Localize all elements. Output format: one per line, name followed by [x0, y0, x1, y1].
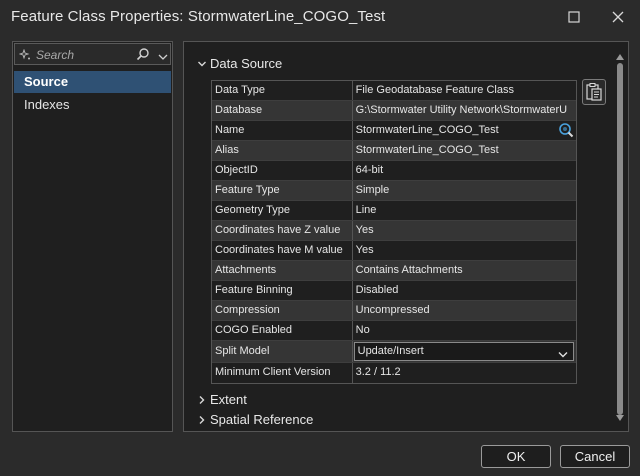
vertical-scrollbar[interactable]: [613, 43, 627, 430]
title-bar: Feature Class Properties: StormwaterLine…: [0, 0, 640, 34]
property-value-select: Update/Insert: [352, 341, 576, 362]
section-label: Data Source: [210, 56, 283, 71]
table-row: Attachments Contains Attachments: [212, 261, 576, 281]
table-row: Split Model Update/Insert: [212, 341, 576, 363]
property-value-name: StormwaterLine_COGO_Test: [353, 121, 576, 140]
property-value: 64-bit: [355, 164, 384, 176]
table-row: Coordinates have M value Yes: [212, 241, 576, 261]
cancel-button[interactable]: Cancel: [560, 445, 630, 468]
chevron-down-icon: [196, 59, 208, 69]
property-value: Line: [355, 204, 377, 216]
content-panel: Data Source Data Type File Geodatabase F…: [183, 41, 629, 432]
split-model-select[interactable]: Update/Insert: [353, 342, 574, 362]
property-value: Yes: [355, 244, 374, 256]
maximize-icon: [568, 11, 580, 23]
property-key: ObjectID: [212, 161, 353, 180]
property-key: COGO Enabled: [212, 321, 353, 340]
table-row: Feature Type Simple: [212, 181, 576, 201]
property-value: File Geodatabase Feature Class: [355, 84, 514, 96]
search-icon[interactable]: [136, 47, 150, 66]
split-model-value: Update/Insert: [357, 345, 424, 357]
property-value: Contains Attachments: [352, 261, 576, 280]
property-value[interactable]: StormwaterLine_COGO_Test: [352, 141, 576, 160]
chevron-down-icon[interactable]: [158, 49, 168, 67]
window-title: Feature Class Properties: StormwaterLine…: [11, 8, 386, 25]
table-row: Minimum Client Version 3.2 / 11.2: [212, 363, 576, 383]
properties-table: Data Type File Geodatabase Feature Class…: [211, 80, 577, 384]
close-button[interactable]: [600, 4, 636, 30]
maximize-button[interactable]: [556, 4, 592, 30]
sparkle-icon: [18, 48, 31, 66]
table-row: COGO Enabled No: [212, 321, 576, 341]
chevron-down-icon: [558, 348, 568, 362]
property-key: Split Model: [212, 341, 353, 362]
property-value: 3.2 / 11.2: [355, 366, 401, 378]
table-row: Data Type File Geodatabase Feature Class: [212, 81, 576, 101]
lookup-icon[interactable]: [558, 122, 574, 140]
search-box[interactable]: Search: [14, 43, 171, 65]
copy-button[interactable]: [582, 79, 606, 105]
property-key: Data Type: [212, 81, 353, 100]
scroll-down-icon[interactable]: [616, 408, 624, 426]
table-row: Compression Uncompressed: [212, 301, 576, 321]
section-spatial-reference[interactable]: Spatial Reference: [196, 412, 313, 427]
property-key: Attachments: [212, 261, 353, 280]
table-row: Name StormwaterLine_COGO_Test: [212, 121, 576, 141]
ok-button[interactable]: OK: [481, 445, 551, 468]
property-value: Uncompressed: [352, 301, 576, 320]
section-extent[interactable]: Extent: [196, 392, 247, 407]
table-row: ObjectID 64-bit: [212, 161, 576, 181]
property-key: Database: [212, 101, 353, 120]
property-value: Disabled: [355, 284, 399, 296]
property-key: Coordinates have Z value: [212, 221, 353, 240]
property-key: Compression: [212, 301, 353, 320]
search-input[interactable]: Search: [36, 48, 74, 62]
property-key: Alias: [212, 141, 353, 160]
property-value: No: [355, 324, 370, 336]
table-row: Database G:\Stormwater Utility Network\S…: [212, 101, 576, 121]
section-label: Spatial Reference: [210, 412, 314, 427]
table-row: Feature Binning Disabled: [212, 281, 576, 301]
sidebar-item-source[interactable]: Source: [14, 71, 171, 93]
section-data-source[interactable]: Data Source: [196, 56, 282, 71]
scrollbar-thumb[interactable]: [617, 63, 623, 415]
close-icon: [612, 11, 624, 23]
sidebar-item-indexes[interactable]: Indexes: [14, 94, 171, 116]
property-key: Coordinates have M value: [212, 241, 353, 260]
property-key: Feature Binning: [212, 281, 353, 300]
property-key: Minimum Client Version: [212, 363, 353, 383]
property-key: Name: [212, 121, 353, 140]
navigation-panel: Search Source Indexes: [12, 41, 173, 432]
section-label: Extent: [210, 392, 247, 407]
clipboard-icon: [586, 83, 602, 101]
property-value: Simple: [352, 181, 576, 200]
property-key: Feature Type: [212, 181, 353, 200]
table-row: Coordinates have Z value Yes: [212, 221, 576, 241]
table-row: Alias StormwaterLine_COGO_Test: [212, 141, 576, 161]
property-key: Geometry Type: [212, 201, 353, 220]
chevron-right-icon: [196, 395, 208, 405]
property-value: G:\Stormwater Utility Network\Stormwater…: [352, 101, 576, 120]
table-row: Geometry Type Line: [212, 201, 576, 221]
chevron-right-icon: [196, 415, 208, 425]
property-value: Yes: [352, 221, 576, 240]
name-value: StormwaterLine_COGO_Test: [355, 124, 499, 136]
